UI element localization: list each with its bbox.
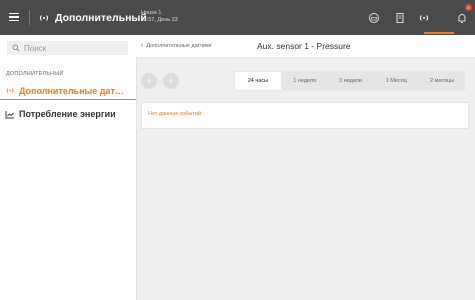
search-input[interactable]: Поиск — [7, 41, 128, 55]
document-icon — [396, 13, 404, 23]
house-name: House 1 — [141, 10, 162, 16]
camera-icon — [369, 13, 379, 23]
next-period-button[interactable] — [163, 73, 179, 89]
wifi-signal-icon — [39, 15, 49, 21]
tab-2-months[interactable]: 2 месяцы — [419, 71, 465, 91]
wifi-signal-icon — [6, 88, 14, 93]
hamburger-icon — [9, 11, 19, 24]
hamburger-menu-button[interactable] — [6, 9, 22, 25]
wifi-signal-icon — [419, 15, 429, 21]
tab-24h[interactable]: 24 часы — [235, 72, 281, 90]
active-indicator — [424, 32, 454, 34]
energy-chart-icon — [5, 110, 14, 118]
sidebar-item-energy[interactable]: Потребление энергии — [0, 106, 136, 122]
divider — [29, 10, 30, 25]
events-card: Нет данных событий — [141, 102, 469, 129]
sidebar-item-aux-sensors[interactable]: Дополнительные датчики — [0, 82, 136, 100]
top-bar: Дополнительный House 1 11:57, День 23 8 — [0, 0, 475, 35]
search-icon — [12, 44, 20, 52]
tab-1-week[interactable]: 1 неделя — [282, 71, 328, 91]
chevron-right-icon — [169, 78, 173, 84]
period-tabs: 24 часы 1 неделя 3 недели 1 Месяц 2 меся… — [234, 71, 465, 91]
document-button[interactable] — [392, 10, 408, 26]
tab-3-weeks[interactable]: 3 недели — [328, 71, 374, 91]
tab-1-month[interactable]: 1 Месяц — [373, 71, 419, 91]
app-title: Дополнительный — [38, 10, 147, 26]
chevron-left-icon: ‹ — [141, 42, 144, 49]
content-header: ‹ Дополнительные датчики Aux. sensor 1 -… — [136, 35, 475, 58]
breadcrumb-link: Дополнительные датчики — [146, 42, 212, 49]
sensor-title: Aux. sensor 1 - Pressure — [257, 41, 351, 51]
search-placeholder: Поиск — [24, 43, 47, 53]
camera-button[interactable] — [366, 10, 382, 26]
section-label: ДОПОЛНИТЕЛЬНЫЙ — [6, 71, 64, 77]
chevron-left-icon — [147, 78, 151, 84]
prev-period-button[interactable] — [141, 73, 157, 89]
house-info[interactable]: House 1 11:57, День 23 — [141, 10, 178, 24]
notification-badge: 8 — [465, 4, 472, 11]
sidebar-item-label: Дополнительные датчики — [19, 85, 129, 96]
sidebar: Поиск ДОПОЛНИТЕЛЬНЫЙ Дополнительные датч… — [0, 35, 137, 300]
page-title: Дополнительный — [55, 12, 147, 24]
notifications-button[interactable] — [454, 10, 470, 26]
empty-message: Нет данных событий — [148, 111, 202, 117]
house-time: 11:57, День 23 — [141, 17, 178, 23]
bell-icon — [458, 14, 466, 23]
sidebar-item-label: Потребление энергии — [19, 109, 116, 119]
breadcrumb[interactable]: ‹ Дополнительные датчики — [141, 42, 212, 49]
sensors-button[interactable] — [416, 10, 432, 26]
